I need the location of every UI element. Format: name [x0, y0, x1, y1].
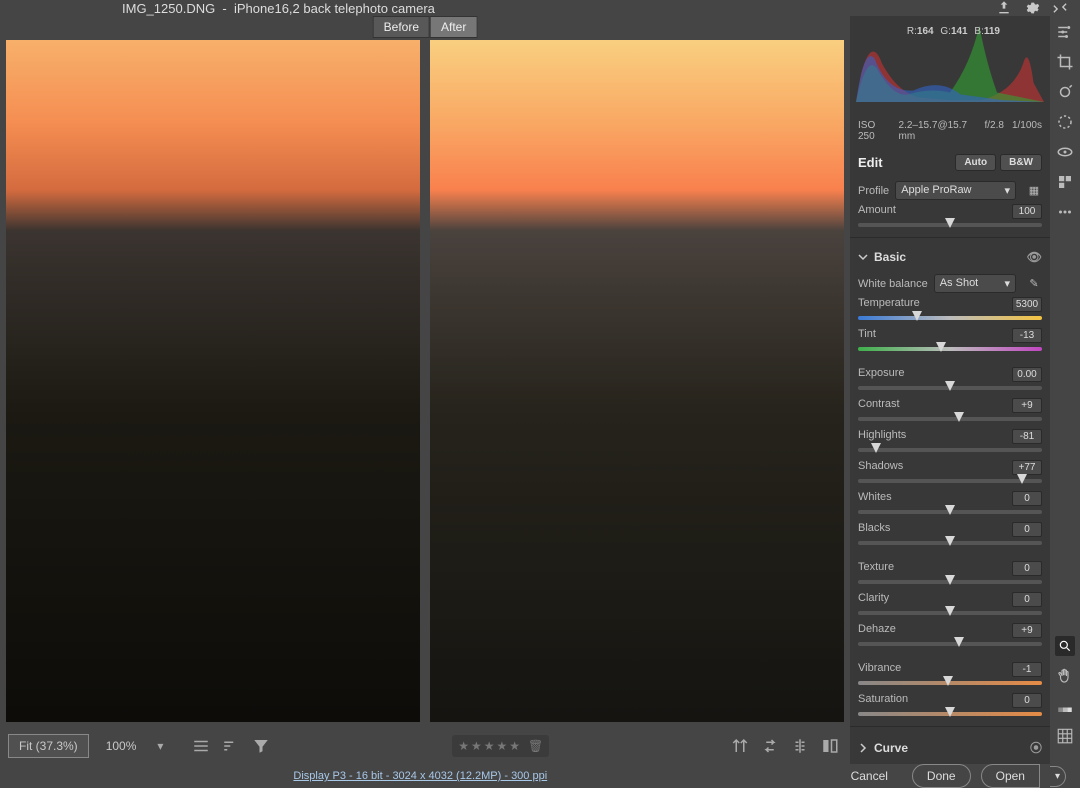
blacks-input[interactable]	[1012, 522, 1042, 537]
bw-button[interactable]: B&W	[1000, 154, 1042, 171]
tint-slider[interactable]: Tint	[850, 326, 1050, 357]
before-image[interactable]	[6, 40, 420, 722]
compare-right-icon[interactable]	[788, 734, 812, 758]
basic-visibility-icon[interactable]: 👁	[1027, 250, 1042, 264]
file-name: IMG_1250.DNG	[122, 1, 215, 16]
amount-slider[interactable]: Amount	[850, 202, 1050, 233]
zoom-menu-caret[interactable]: ▾	[153, 737, 167, 755]
shot-info: ISO 2502.2–15.7@15.7 mmf/2.81/100s	[850, 116, 1050, 146]
vibrance-slider[interactable]: Vibrance	[850, 660, 1050, 691]
edit-sliders-icon[interactable]	[1055, 22, 1075, 42]
document-title: IMG_1250.DNG - iPhone16,2 back telephoto…	[122, 1, 435, 16]
zoom-100-button[interactable]: 100%	[95, 734, 148, 758]
saturation-slider[interactable]: Saturation	[850, 691, 1050, 722]
basic-section-header[interactable]: Basic 👁	[850, 242, 1050, 272]
after-tab[interactable]: After	[430, 16, 477, 38]
temperature-slider[interactable]: Temperature	[850, 295, 1050, 326]
curve-visibility-icon[interactable]: ⦿	[1030, 739, 1042, 756]
curve-section-header[interactable]: Curve ⦿	[850, 731, 1050, 764]
exposure-slider[interactable]: Exposure	[850, 365, 1050, 396]
grid-tool-icon[interactable]	[1055, 726, 1075, 746]
shadows-input[interactable]	[1012, 460, 1042, 475]
whites-slider[interactable]: Whites	[850, 489, 1050, 520]
open-menu-caret[interactable]: ▾	[1050, 766, 1066, 787]
texture-input[interactable]	[1012, 561, 1042, 576]
blacks-slider[interactable]: Blacks	[850, 520, 1050, 551]
grid-overlay-icon[interactable]	[189, 734, 213, 758]
crop-icon[interactable]	[1055, 52, 1075, 72]
clarity-slider[interactable]: Clarity	[850, 590, 1050, 621]
rgb-readout: R:164 G:141 B:119	[903, 26, 1000, 37]
collapse-icon[interactable]	[1052, 0, 1068, 16]
wb-eyedropper-icon[interactable]: ✎	[1026, 276, 1042, 292]
temperature-input[interactable]	[1012, 297, 1042, 312]
wb-label: White balance	[858, 278, 928, 290]
auto-button[interactable]: Auto	[955, 154, 996, 171]
presets-icon[interactable]	[1055, 172, 1075, 192]
highlights-input[interactable]	[1012, 429, 1042, 444]
compare-left-icon[interactable]	[728, 734, 752, 758]
gear-icon[interactable]	[1024, 0, 1040, 16]
whites-input[interactable]	[1012, 491, 1042, 506]
star-5[interactable]: ★	[509, 739, 520, 753]
done-button[interactable]: Done	[912, 764, 971, 788]
filter-icon[interactable]	[249, 734, 273, 758]
healing-brush-icon[interactable]	[1055, 82, 1075, 102]
right-toolbar	[1050, 16, 1080, 764]
rating-stars: ★ ★ ★ ★ ★ 🗑	[452, 735, 549, 757]
star-3[interactable]: ★	[484, 739, 495, 753]
profile-label: Profile	[858, 185, 889, 197]
contrast-input[interactable]	[1012, 398, 1042, 413]
hand-tool-icon[interactable]	[1055, 666, 1075, 686]
star-2[interactable]: ★	[471, 739, 482, 753]
tint-input[interactable]	[1012, 328, 1042, 343]
open-button[interactable]: Open	[981, 764, 1040, 788]
camera-name: iPhone16,2 back telephoto camera	[234, 1, 435, 16]
wb-select[interactable]: As Shot▾	[934, 274, 1016, 293]
star-4[interactable]: ★	[496, 739, 507, 753]
color-sampler-icon[interactable]	[1055, 696, 1075, 716]
split-view-icon[interactable]	[818, 734, 842, 758]
exposure-input[interactable]	[1012, 367, 1042, 382]
contrast-slider[interactable]: Contrast	[850, 396, 1050, 427]
dehaze-input[interactable]	[1012, 623, 1042, 638]
before-after-tabs: Before After	[373, 16, 478, 38]
mask-icon[interactable]	[1055, 112, 1075, 132]
clarity-input[interactable]	[1012, 592, 1042, 607]
export-icon[interactable]	[996, 0, 1012, 16]
saturation-input[interactable]	[1012, 693, 1042, 708]
texture-slider[interactable]: Texture	[850, 559, 1050, 590]
amount-input[interactable]	[1012, 204, 1042, 219]
more-icon[interactable]	[1055, 202, 1075, 222]
shadows-slider[interactable]: Shadows	[850, 458, 1050, 489]
swap-icon[interactable]	[758, 734, 782, 758]
profile-browser-icon[interactable]: ▦	[1026, 183, 1042, 199]
after-image[interactable]	[430, 40, 844, 722]
delete-rating-icon[interactable]: 🗑	[528, 739, 543, 753]
edit-header: Edit	[858, 155, 883, 170]
vibrance-input[interactable]	[1012, 662, 1042, 677]
edit-panel: R:164 G:141 B:119 ISO 2502.2–15.7@15.7 m…	[850, 16, 1050, 764]
cancel-button[interactable]: Cancel	[837, 765, 902, 787]
image-metadata-link[interactable]: Display P3 - 16 bit - 3024 x 4032 (12.2M…	[14, 770, 827, 782]
zoom-tool-icon[interactable]	[1055, 636, 1075, 656]
star-1[interactable]: ★	[458, 739, 469, 753]
dehaze-slider[interactable]: Dehaze	[850, 621, 1050, 652]
profile-select[interactable]: Apple ProRaw▾	[895, 181, 1016, 200]
redeye-icon[interactable]	[1055, 142, 1075, 162]
zoom-fit-button[interactable]: Fit (37.3%)	[8, 734, 89, 758]
before-tab[interactable]: Before	[373, 16, 430, 38]
highlights-slider[interactable]: Highlights	[850, 427, 1050, 458]
sort-icon[interactable]	[219, 734, 243, 758]
